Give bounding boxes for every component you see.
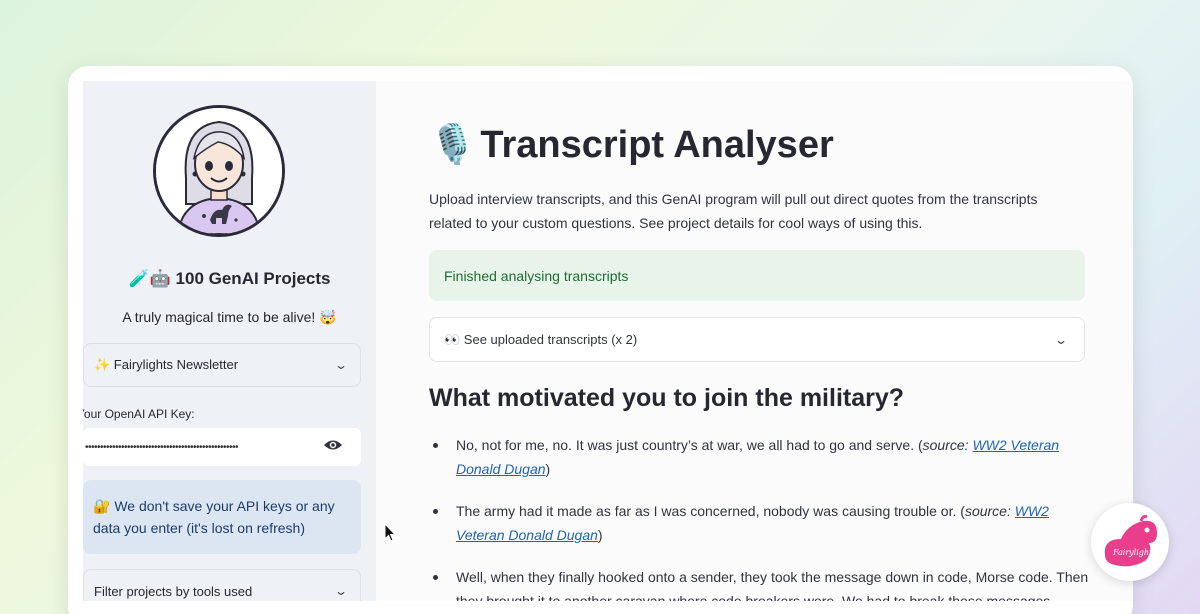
- main-content: 🎙️ Transcript Analyser Upload interview …: [376, 81, 1133, 601]
- sidebar-subtitle: A truly magical time to be alive! 🤯: [122, 309, 337, 325]
- logo-text: Fairylights: [1112, 548, 1156, 557]
- quote-item: No, not for me, no. It was just country’…: [429, 433, 1089, 481]
- chevron-down-icon: ⌄: [333, 358, 349, 372]
- chevron-down-icon: ⌄: [333, 584, 349, 598]
- uploaded-transcripts-expander[interactable]: 👀 See uploaded transcripts (x 2) ⌄: [429, 317, 1085, 362]
- avatar-illustration: [156, 108, 282, 234]
- quote-item: Well, when they finally hooked onto a se…: [429, 565, 1089, 601]
- newsletter-expander[interactable]: ✨ Fairylights Newsletter ⌄: [83, 343, 361, 387]
- quote-text: No, not for me, no. It was just country’…: [456, 437, 923, 453]
- quote-close: ): [597, 527, 603, 543]
- api-key-input[interactable]: ••••••••••••••••••••••••••••••••••••••••…: [83, 428, 361, 466]
- question-heading: What motivated you to join the military?: [429, 384, 905, 412]
- page-title-text: Transcript Analyser: [480, 123, 834, 166]
- quote-close: ): [545, 461, 551, 477]
- fairylights-dino-logo-icon: Fairylights: [1104, 515, 1157, 567]
- quote-list: No, not for me, no. It was just country’…: [429, 433, 1089, 601]
- app-window: 🧪🤖 100 GenAI Projects A truly magical ti…: [68, 66, 1133, 614]
- mouse-cursor-icon: [384, 523, 396, 542]
- eye-icon[interactable]: [323, 438, 343, 457]
- api-key-value: ••••••••••••••••••••••••••••••••••••••••…: [85, 441, 239, 453]
- status-text: Finished analysing transcripts: [444, 267, 629, 284]
- microphone-icon: 🎙️: [429, 124, 477, 166]
- quote-text: Well, when they finally hooked onto a se…: [456, 569, 1089, 601]
- uploaded-transcripts-label: 👀 See uploaded transcripts (x 2): [444, 331, 638, 347]
- status-success-box: Finished analysing transcripts: [429, 250, 1085, 301]
- sidebar-title: 🧪🤖 100 GenAI Projects: [83, 269, 376, 289]
- avatar: [153, 105, 285, 237]
- sidebar-title-text: 100 GenAI Projects: [175, 269, 331, 288]
- privacy-info-box: 🔐 We don't save your API keys or any dat…: [83, 480, 361, 554]
- sidebar: 🧪🤖 100 GenAI Projects A truly magical ti…: [83, 81, 376, 601]
- chevron-down-icon: ⌄: [1053, 332, 1069, 347]
- page-title: 🎙️ Transcript Analyser: [429, 123, 834, 167]
- fairylights-logo-badge[interactable]: Fairylights: [1091, 503, 1169, 581]
- quote-item: The army had it made as far as I was con…: [429, 499, 1089, 547]
- api-key-label: Your OpenAI API Key:: [83, 407, 195, 421]
- intro-text: Upload interview transcripts, and this G…: [429, 191, 1038, 231]
- filter-tools-label: Filter projects by tools used: [94, 583, 253, 599]
- source-prefix: source:: [922, 437, 973, 453]
- flask-robot-icon: 🧪🤖: [128, 269, 171, 288]
- source-prefix: source:: [964, 503, 1015, 519]
- newsletter-label: ✨ Fairylights Newsletter: [94, 357, 239, 372]
- quote-text: The army had it made as far as I was con…: [456, 503, 965, 519]
- filter-tools-expander[interactable]: Filter projects by tools used ⌄: [83, 569, 361, 601]
